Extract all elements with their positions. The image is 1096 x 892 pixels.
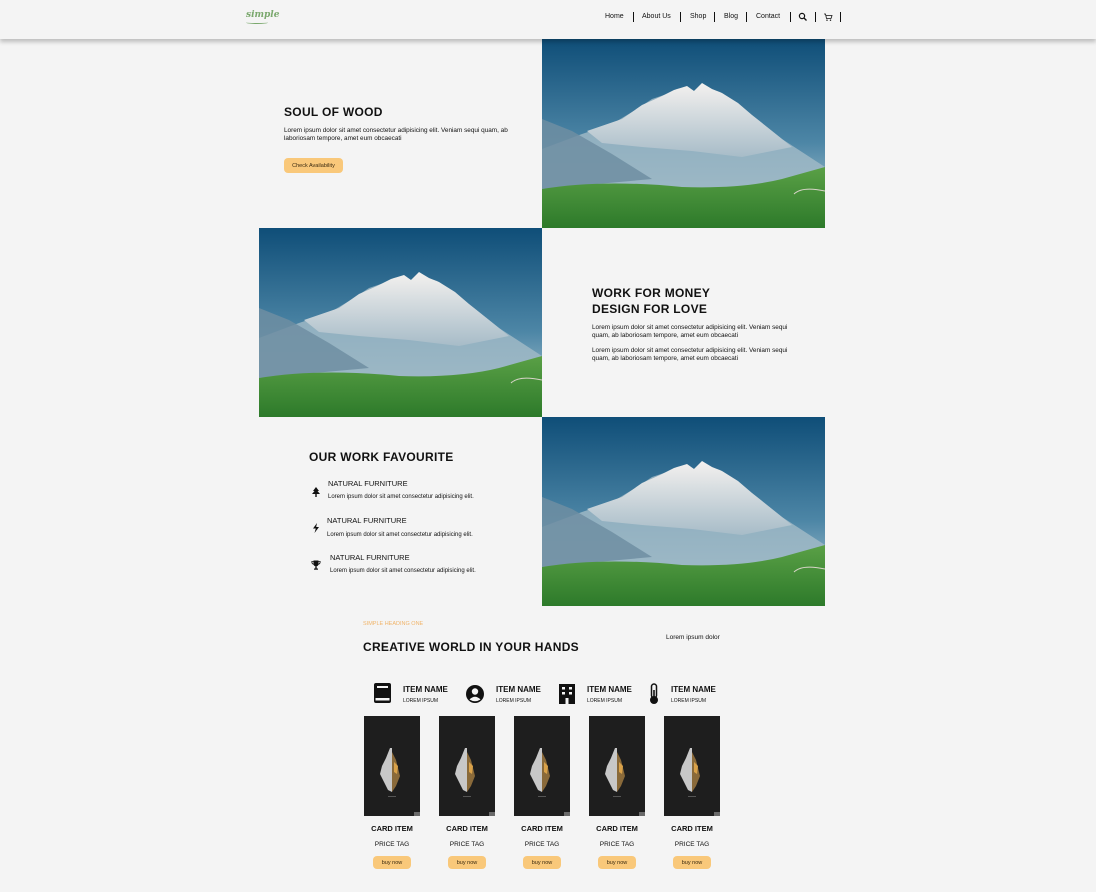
section-title: OUR WORK FAVOURITE (309, 450, 454, 464)
category-name: ITEM NAME (671, 685, 716, 694)
section-title: CREATIVE WORLD IN YOUR HANDS (363, 640, 579, 654)
product-image[interactable] (589, 716, 645, 816)
card-title: CARD ITEM (446, 824, 488, 833)
section-title: WORK FOR MONEY DESIGN FOR LOVE (592, 285, 710, 317)
mountain-image (259, 228, 542, 417)
nav-separator (815, 12, 816, 22)
category-sub: LOREM IPSUM (496, 698, 532, 704)
category-name: ITEM NAME (587, 685, 632, 694)
category-sub: LOREM IPSUM (403, 698, 439, 704)
product-image[interactable] (364, 716, 420, 816)
feature-title: NATURAL FURNITURE (327, 516, 407, 525)
nav-contact[interactable]: Contact (756, 13, 780, 20)
bolt-icon (313, 523, 319, 533)
card-title: CARD ITEM (371, 824, 413, 833)
book-icon (374, 683, 391, 703)
nav-shop[interactable]: Shop (690, 13, 706, 20)
buy-now-button[interactable]: buy now (373, 856, 411, 869)
section-title: SOUL OF WOOD (284, 105, 383, 119)
title-line-1: WORK FOR MONEY (592, 286, 711, 300)
card-title: CARD ITEM (521, 824, 563, 833)
nav-about[interactable]: About Us (642, 13, 671, 20)
buy-now-button[interactable]: buy now (598, 856, 636, 869)
user-circle-icon (466, 685, 484, 703)
nav-separator (633, 12, 634, 22)
mountain-image (542, 417, 825, 606)
search-icon[interactable] (798, 12, 808, 22)
category-name: ITEM NAME (403, 685, 448, 694)
buy-now-button[interactable]: buy now (523, 856, 561, 869)
section-kicker: SIMPLE HEADING ONE (363, 621, 424, 627)
thermometer-icon (650, 683, 658, 704)
buy-now-button[interactable]: buy now (673, 856, 711, 869)
feature-title: NATURAL FURNITURE (330, 553, 410, 562)
building-icon (559, 684, 575, 704)
card-price: PRICE TAG (599, 841, 635, 848)
feature-text: Lorem ipsum dolor sit amet consectetur a… (327, 532, 473, 538)
card-price: PRICE TAG (374, 841, 410, 848)
mountain-image (542, 39, 825, 228)
product-image[interactable] (514, 716, 570, 816)
title-line-2: DESIGN FOR LOVE (592, 302, 708, 316)
nav-separator (746, 12, 747, 22)
nav-separator (790, 12, 791, 22)
nav-separator (714, 12, 715, 22)
product-image[interactable] (439, 716, 495, 816)
feature-title: NATURAL FURNITURE (328, 479, 408, 488)
nav-separator (680, 12, 681, 22)
category-name: ITEM NAME (496, 685, 541, 694)
check-availability-button[interactable]: Check Availability (284, 158, 343, 173)
buy-now-button[interactable]: buy now (448, 856, 486, 869)
section-aside: Lorem ipsum dolor (666, 634, 720, 641)
tree-icon (312, 487, 320, 497)
section-text: Lorem ipsum dolor sit amet consectetur a… (284, 127, 508, 142)
cart-icon[interactable] (823, 12, 833, 22)
card-price: PRICE TAG (449, 841, 485, 848)
category-sub: LOREM IPSUM (671, 698, 707, 704)
site-header: simple Home About Us Shop Blog Contact (0, 0, 1096, 39)
feature-text: Lorem ipsum dolor sit amet consectetur a… (330, 568, 476, 574)
section-text: Lorem ipsum dolor sit amet consectetur a… (592, 347, 788, 362)
section-text: Lorem ipsum dolor sit amet consectetur a… (592, 324, 788, 339)
card-price: PRICE TAG (674, 841, 710, 848)
main-nav: Home About Us Shop Blog Contact (0, 12, 1096, 22)
nav-home[interactable]: Home (605, 13, 624, 20)
nav-blog[interactable]: Blog (724, 13, 738, 20)
category-sub: LOREM IPSUM (587, 698, 623, 704)
card-price: PRICE TAG (524, 841, 560, 848)
feature-text: Lorem ipsum dolor sit amet consectetur a… (328, 494, 474, 500)
card-title: CARD ITEM (596, 824, 638, 833)
nav-separator (840, 12, 841, 22)
card-title: CARD ITEM (671, 824, 713, 833)
trophy-icon (311, 560, 321, 570)
product-image[interactable] (664, 716, 720, 816)
